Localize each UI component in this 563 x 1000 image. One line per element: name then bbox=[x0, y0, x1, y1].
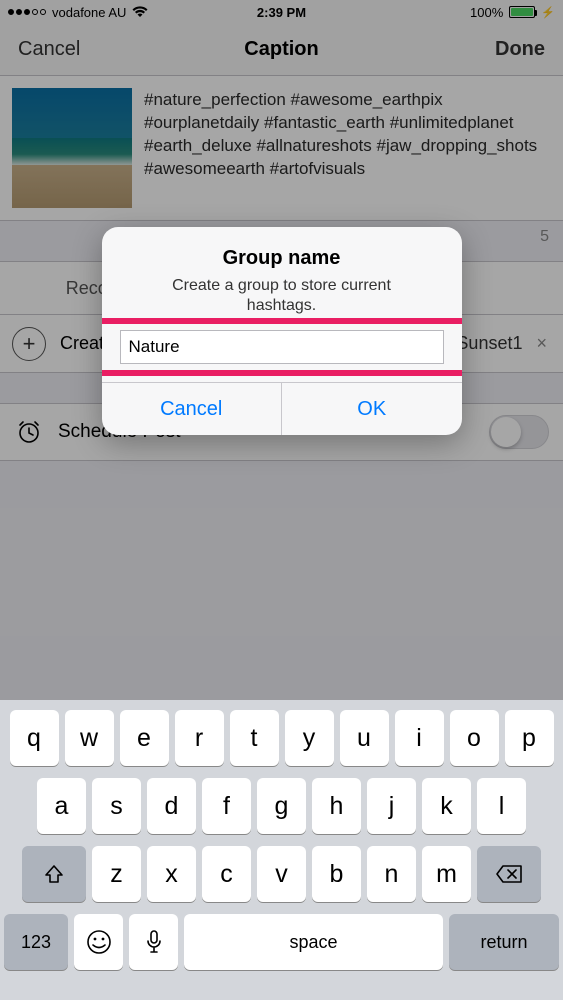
group-name-input[interactable] bbox=[120, 330, 444, 364]
dialog-cancel-button[interactable]: Cancel bbox=[102, 383, 282, 435]
caption-line-count: 5 bbox=[540, 228, 549, 246]
key-j[interactable]: j bbox=[367, 778, 416, 834]
key-c[interactable]: c bbox=[202, 846, 251, 902]
key-h[interactable]: h bbox=[312, 778, 361, 834]
key-f[interactable]: f bbox=[202, 778, 251, 834]
nav-bar: Cancel Caption Done bbox=[0, 24, 563, 76]
dialog-subtitle: Create a group to store current hashtags… bbox=[102, 272, 462, 330]
key-a[interactable]: a bbox=[37, 778, 86, 834]
backspace-key[interactable] bbox=[477, 846, 541, 902]
caption-editor[interactable]: #nature_perfection #awesome_earthpix #ou… bbox=[0, 76, 563, 221]
key-q[interactable]: q bbox=[10, 710, 59, 766]
battery-percent: 100% bbox=[470, 5, 503, 20]
battery-icon bbox=[509, 6, 535, 18]
key-o[interactable]: o bbox=[450, 710, 499, 766]
key-u[interactable]: u bbox=[340, 710, 389, 766]
clock-icon bbox=[14, 417, 44, 447]
key-v[interactable]: v bbox=[257, 846, 306, 902]
key-l[interactable]: l bbox=[477, 778, 526, 834]
key-x[interactable]: x bbox=[147, 846, 196, 902]
key-r[interactable]: r bbox=[175, 710, 224, 766]
key-z[interactable]: z bbox=[92, 846, 141, 902]
dialog-title: Group name bbox=[102, 227, 462, 272]
dictation-key[interactable] bbox=[129, 914, 178, 970]
key-t[interactable]: t bbox=[230, 710, 279, 766]
shift-key[interactable] bbox=[22, 846, 86, 902]
schedule-toggle[interactable] bbox=[489, 415, 549, 449]
done-button[interactable]: Done bbox=[495, 38, 545, 61]
key-e[interactable]: e bbox=[120, 710, 169, 766]
key-g[interactable]: g bbox=[257, 778, 306, 834]
group-chip[interactable]: Sunset1 bbox=[450, 333, 528, 354]
status-time: 2:39 PM bbox=[257, 5, 306, 20]
space-key[interactable]: space bbox=[184, 914, 443, 970]
key-p[interactable]: p bbox=[505, 710, 554, 766]
key-y[interactable]: y bbox=[285, 710, 334, 766]
key-d[interactable]: d bbox=[147, 778, 196, 834]
group-chip-close[interactable]: × bbox=[528, 333, 551, 354]
key-k[interactable]: k bbox=[422, 778, 471, 834]
page-title: Caption bbox=[244, 38, 318, 61]
group-name-dialog: Group name Create a group to store curre… bbox=[102, 227, 462, 435]
return-key[interactable]: return bbox=[449, 914, 559, 970]
emoji-key[interactable] bbox=[74, 914, 123, 970]
key-i[interactable]: i bbox=[395, 710, 444, 766]
cancel-button[interactable]: Cancel bbox=[18, 38, 80, 61]
key-n[interactable]: n bbox=[367, 846, 416, 902]
key-b[interactable]: b bbox=[312, 846, 361, 902]
keyboard[interactable]: qwertyuiop asdfghjkl zxcvbnm 123 space r… bbox=[0, 700, 563, 1000]
post-thumbnail[interactable] bbox=[12, 88, 132, 208]
key-s[interactable]: s bbox=[92, 778, 141, 834]
wifi-icon bbox=[132, 6, 148, 18]
dialog-ok-button[interactable]: OK bbox=[281, 383, 462, 435]
caption-text[interactable]: #nature_perfection #awesome_earthpix #ou… bbox=[132, 88, 551, 208]
carrier-label: vodafone AU bbox=[52, 5, 126, 20]
key-m[interactable]: m bbox=[422, 846, 471, 902]
numbers-key[interactable]: 123 bbox=[4, 914, 68, 970]
signal-strength-icon bbox=[8, 9, 46, 15]
status-bar: vodafone AU 2:39 PM 100% ⚡ bbox=[0, 0, 563, 24]
key-w[interactable]: w bbox=[65, 710, 114, 766]
add-group-button[interactable]: + bbox=[12, 327, 46, 361]
charging-icon: ⚡ bbox=[541, 6, 555, 19]
